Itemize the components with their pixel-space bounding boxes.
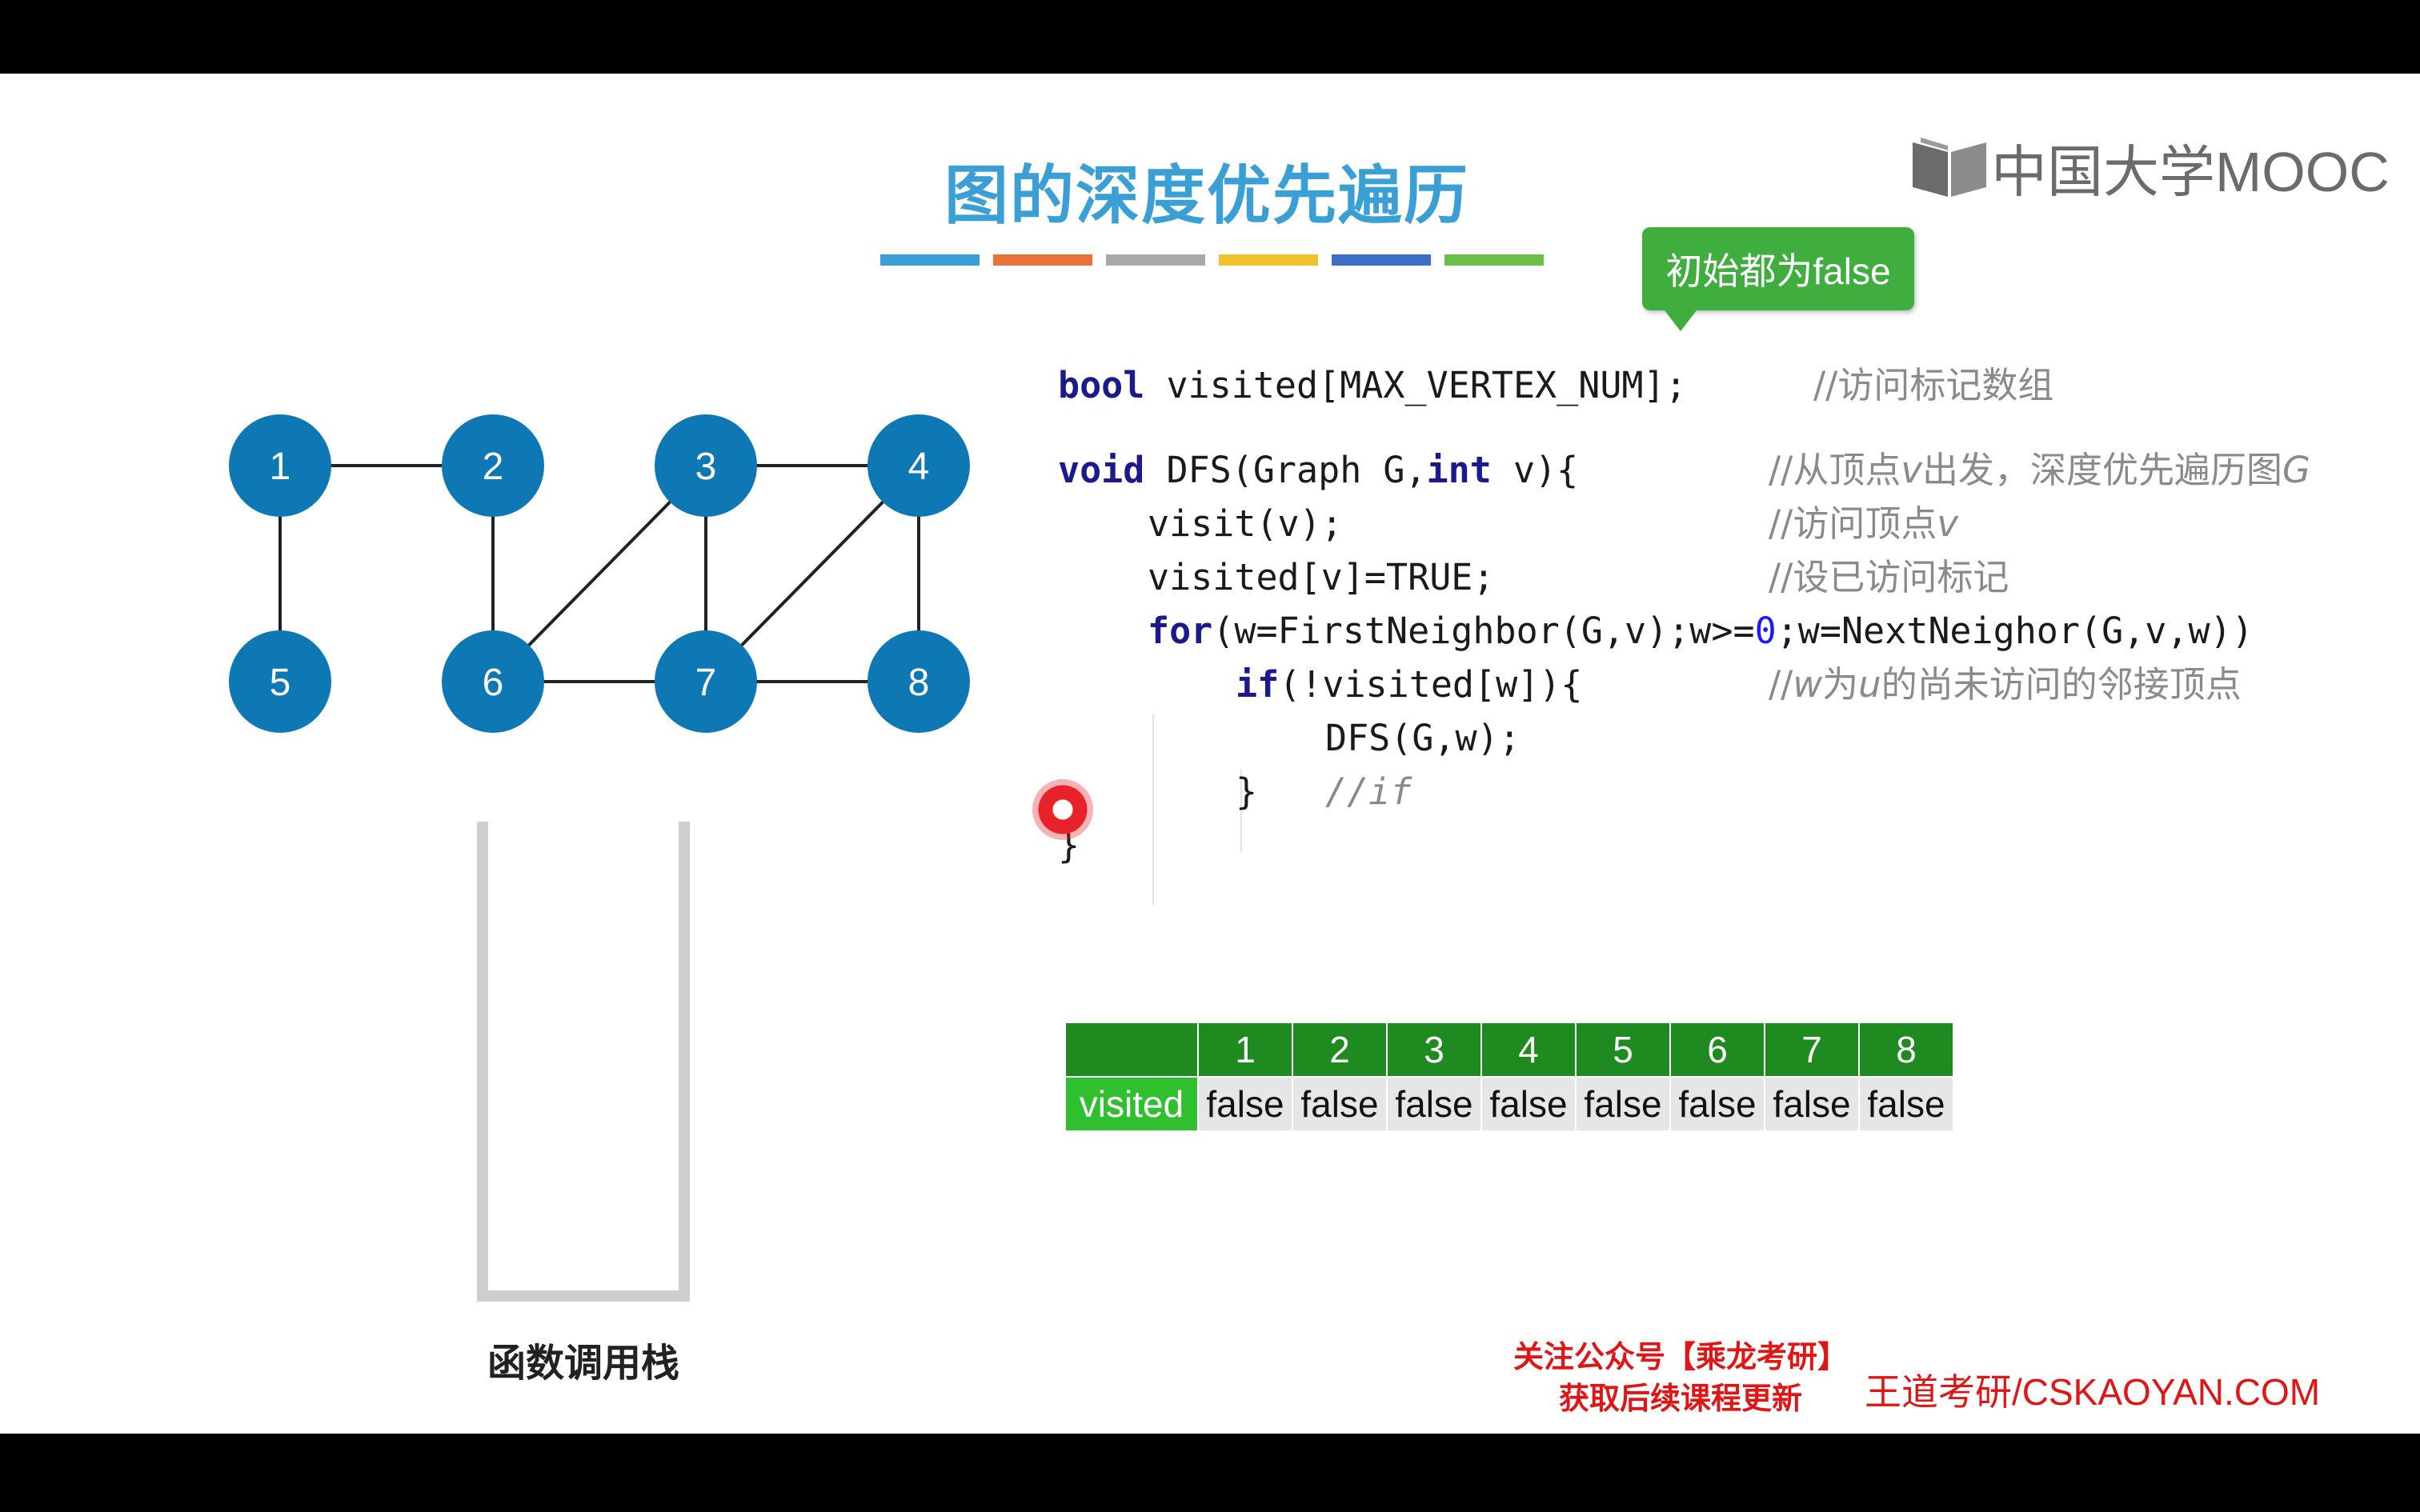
table-row: visited false false false false false fa…: [1064, 1076, 1954, 1132]
table-corner: [1064, 1022, 1199, 1078]
graph-node-1: 1: [229, 414, 331, 517]
graph-node-label: 5: [270, 662, 291, 704]
code-line-3: visit(v);: [1148, 502, 1343, 545]
table-header-cell: 8: [1858, 1022, 1954, 1078]
table-header-cell: 3: [1386, 1022, 1482, 1078]
table-cell: false: [1292, 1076, 1388, 1132]
code-line-4: visited[v]=TRUE;: [1148, 556, 1495, 598]
promo-line-1: 关注公众号【乘龙考研】: [1512, 1339, 1848, 1374]
visited-array-table: 1 2 3 4 5 6 7 8 visited false false fals…: [1064, 1022, 1954, 1132]
graph-node-label: 7: [695, 662, 717, 704]
table-header-cell: 2: [1292, 1022, 1388, 1078]
graph-node-6: 6: [442, 630, 544, 733]
code-comment-4: //设已访问标记: [1769, 556, 2009, 598]
table-header-cell: 1: [1197, 1022, 1293, 1078]
pointer-highlight-icon: [1032, 779, 1093, 840]
lecture-slide: 图的深度优先遍历 中国大学MOOC 初始都为false 12345678 函数调…: [0, 74, 2420, 1434]
table-header-row: 1 2 3 4 5 6 7 8: [1064, 1022, 1954, 1078]
table-cell: false: [1764, 1076, 1860, 1132]
table-cell: false: [1386, 1076, 1482, 1132]
video-frame: 图的深度优先遍历 中国大学MOOC 初始都为false 12345678 函数调…: [0, 0, 2420, 1512]
indent-guide: [1152, 714, 1154, 906]
graph-node-label: 8: [908, 662, 930, 704]
graph-node-label: 6: [483, 662, 504, 704]
table-cell: false: [1575, 1076, 1671, 1132]
code-line-7: DFS(G,w);: [1325, 717, 1521, 759]
table-header-cell: 5: [1575, 1022, 1671, 1078]
graph-diagram: 1 2 3 4 5 6 7 8: [229, 414, 970, 733]
table-header-cell: 7: [1764, 1022, 1860, 1078]
site-watermark: 王道考研/CSKAOYAN.COM: [1865, 1371, 2321, 1413]
code-line-1: bool visited[MAX_VERTEX_NUM];: [1058, 364, 1687, 406]
code-comment-3: //访问顶点v: [1769, 502, 1958, 545]
graph-node-label: 3: [695, 446, 717, 488]
code-line-2: void DFS(Graph G,int v){: [1058, 449, 1579, 491]
table-cell: false: [1197, 1076, 1293, 1132]
graph-node-5: 5: [229, 630, 331, 733]
graph-node-2: 2: [442, 414, 544, 517]
graph-node-7: 7: [655, 630, 757, 733]
table-header-cell: 4: [1480, 1022, 1577, 1078]
table-cell: false: [1669, 1076, 1765, 1132]
code-comment-2: //从顶点v出发，深度优先遍历图G: [1769, 449, 2310, 491]
code-comment-1: //访问标记数组: [1813, 364, 2054, 406]
code-comment-6: //w为u的尚未访问的邻接顶点: [1769, 663, 2242, 706]
table-header-cell: 6: [1669, 1022, 1765, 1078]
code-comment-8: //if: [1325, 770, 1412, 813]
graph-node-3: 3: [655, 414, 757, 517]
promo-text: 关注公众号【乘龙考研】 获取后续课程更新: [1488, 1336, 1873, 1419]
promo-line-2: 获取后续课程更新: [1558, 1381, 1802, 1416]
code-line-6: if(!visited[w]){: [1236, 663, 1583, 706]
call-stack-box: [477, 822, 690, 1302]
graph-node-label: 2: [483, 446, 504, 488]
row-label: visited: [1064, 1076, 1199, 1132]
graph-node-4: 4: [867, 414, 970, 517]
call-stack-label: 函数调用栈: [487, 1341, 679, 1386]
graph-node-label: 4: [908, 446, 930, 488]
code-line-8: }: [1236, 770, 1258, 813]
code-line-5: for(w=FirstNeighbor(G,v);w>=0;w=NextNeig…: [1148, 610, 2254, 652]
table-cell: false: [1858, 1076, 1954, 1132]
table-cell: false: [1480, 1076, 1577, 1132]
graph-node-8: 8: [867, 630, 970, 733]
graph-node-label: 1: [270, 446, 291, 488]
